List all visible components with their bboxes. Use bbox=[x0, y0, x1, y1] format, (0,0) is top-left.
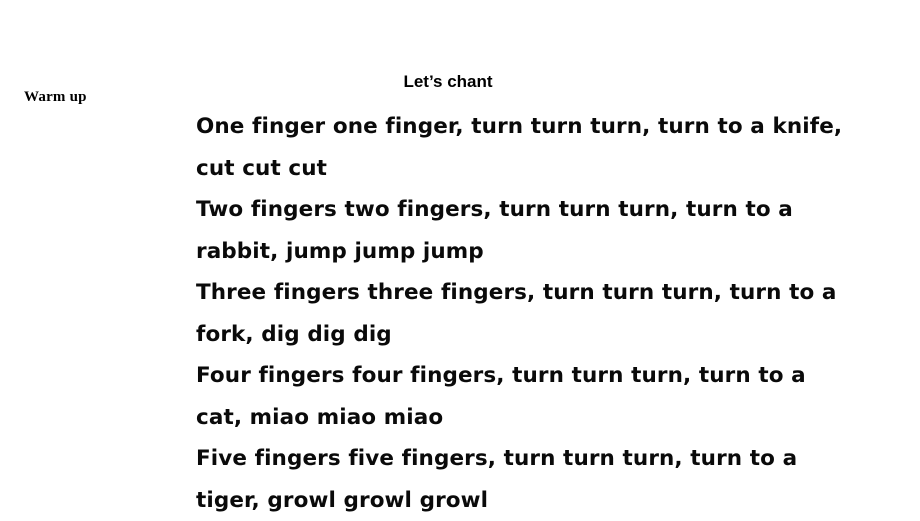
chant-line: cat, miao miao miao bbox=[196, 397, 856, 439]
chant-line: Three fingers three fingers, turn turn t… bbox=[196, 272, 856, 314]
chant-text-block: One finger one finger, turn turn turn, t… bbox=[196, 106, 856, 521]
chant-line: Two fingers two fingers, turn turn turn,… bbox=[196, 189, 856, 231]
chant-line: rabbit, jump jump jump bbox=[196, 231, 856, 273]
slide-canvas: Warm up Let’s chant One finger one finge… bbox=[0, 0, 920, 518]
section-label-warm-up: Warm up bbox=[24, 88, 87, 106]
page-title: Let’s chant bbox=[198, 71, 698, 93]
chant-line: fork, dig dig dig bbox=[196, 314, 856, 356]
chant-line: tiger, growl growl growl bbox=[196, 480, 856, 521]
chant-line: Four fingers four fingers, turn turn tur… bbox=[196, 355, 856, 397]
chant-line: One finger one finger, turn turn turn, t… bbox=[196, 106, 856, 148]
chant-line: cut cut cut bbox=[196, 148, 856, 190]
chant-line: Five fingers five fingers, turn turn tur… bbox=[196, 438, 856, 480]
